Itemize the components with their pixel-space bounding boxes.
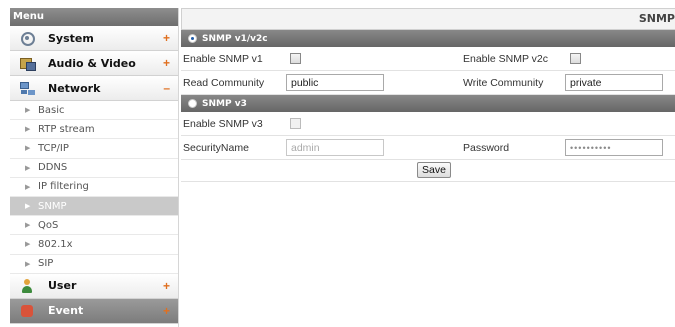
read-community-input[interactable] <box>286 74 384 91</box>
section-header-snmp-v1v2c: SNMP v1/v2c <box>181 30 675 47</box>
chevron-right-icon: ▶ <box>25 260 31 268</box>
sidebar-item-basic[interactable]: ▶ Basic <box>10 101 178 121</box>
sidebar-item-ddns[interactable]: ▶ DDNS <box>10 159 178 178</box>
save-button[interactable]: Save <box>417 162 451 178</box>
sidebar-item-label: SIP <box>38 258 54 270</box>
network-icon <box>20 81 34 95</box>
section-title: SNMP v1/v2c <box>202 33 268 44</box>
chevron-right-icon: ▶ <box>25 145 31 153</box>
page-title: SNMP <box>181 8 675 30</box>
menu-header: Menu <box>10 8 178 26</box>
sidebar-item-ip-filtering[interactable]: ▶ IP filtering <box>10 178 178 197</box>
chevron-right-icon: ▶ <box>25 126 31 134</box>
write-community-input[interactable] <box>565 74 663 91</box>
user-icon <box>20 278 34 293</box>
chevron-right-icon: ▶ <box>25 164 31 172</box>
menu-category-label: System <box>48 31 94 45</box>
sidebar-item-label: TCP/IP <box>38 142 69 154</box>
menu-category-label: Event <box>48 304 84 318</box>
chevron-right-icon: ▶ <box>25 241 31 249</box>
write-community-label: Write Community <box>463 77 544 89</box>
sidebar-item-label: IP filtering <box>38 181 89 193</box>
sidebar-item-label: QoS <box>38 219 59 231</box>
enable-snmp-v2c-label: Enable SNMP v2c <box>463 53 549 65</box>
form-row-enable-v3: Enable SNMP v3 <box>181 112 675 136</box>
snmp-v3-radio[interactable] <box>188 99 197 108</box>
gear-icon <box>20 31 35 46</box>
expand-icon[interactable]: + <box>163 279 170 293</box>
enable-snmp-v1-label: Enable SNMP v1 <box>183 53 263 65</box>
sidebar-item-tcp-ip[interactable]: ▶ TCP/IP <box>10 139 178 159</box>
enable-snmp-v2c-checkbox[interactable] <box>570 53 581 64</box>
event-icon <box>20 304 34 318</box>
menu-category-label: User <box>48 279 77 293</box>
sidebar-item-802-1x[interactable]: ▶ 802.1x <box>10 235 178 255</box>
form-row-security: SecurityName Password <box>181 136 675 160</box>
chevron-right-icon: ▶ <box>25 203 31 211</box>
expand-icon[interactable]: + <box>163 304 170 318</box>
sidebar-item-sip[interactable]: ▶ SIP <box>10 255 178 274</box>
enable-snmp-v3-checkbox[interactable] <box>290 118 301 129</box>
sidebar-item-label: SNMP <box>38 200 67 212</box>
collapse-icon[interactable]: – <box>163 81 170 95</box>
snmp-v1v2c-radio[interactable] <box>188 34 197 43</box>
expand-icon[interactable]: + <box>163 56 170 70</box>
sidebar-item-qos[interactable]: ▶ QoS <box>10 216 178 236</box>
audio-video-icon <box>20 56 36 71</box>
password-input[interactable] <box>565 139 663 156</box>
enable-snmp-v1-checkbox[interactable] <box>290 53 301 64</box>
enable-snmp-v3-label: Enable SNMP v3 <box>183 118 263 130</box>
form-row-community: Read Community Write Community <box>181 71 675 95</box>
menu-category-event[interactable]: Event + <box>10 298 178 324</box>
menu-category-label: Network <box>48 81 101 95</box>
security-name-input[interactable] <box>286 139 384 156</box>
security-name-label: SecurityName <box>183 142 249 154</box>
password-label: Password <box>463 142 510 154</box>
expand-icon[interactable]: + <box>163 31 170 45</box>
sidebar-item-snmp[interactable]: ▶ SNMP <box>10 196 178 217</box>
chevron-right-icon: ▶ <box>25 183 31 191</box>
chevron-right-icon: ▶ <box>25 222 31 230</box>
main-panel: SNMP SNMP v1/v2c Enable SNMP v1 Enable S… <box>181 8 675 327</box>
menu-category-user[interactable]: User + <box>10 273 178 299</box>
sidebar-item-label: 802.1x <box>38 238 73 250</box>
sidebar-item-rtp-stream[interactable]: ▶ RTP stream <box>10 120 178 140</box>
chevron-right-icon: ▶ <box>25 107 31 115</box>
menu-category-audio-video[interactable]: Audio & Video + <box>10 51 178 76</box>
section-title: SNMP v3 <box>202 98 247 109</box>
section-header-snmp-v3: SNMP v3 <box>181 95 675 112</box>
sidebar-item-label: DDNS <box>38 162 68 174</box>
menu-category-network[interactable]: Network – <box>10 76 178 101</box>
menu-category-system[interactable]: System + <box>10 26 178 51</box>
form-row-enable: Enable SNMP v1 Enable SNMP v2c <box>181 47 675 71</box>
sidebar-item-label: RTP stream <box>38 123 95 135</box>
read-community-label: Read Community <box>183 77 265 89</box>
menu-category-label: Audio & Video <box>48 56 136 70</box>
save-row: Save <box>181 160 675 182</box>
sidebar-item-label: Basic <box>38 104 65 116</box>
sidebar-menu: Menu System + Audio & Video + Network – … <box>10 8 179 327</box>
